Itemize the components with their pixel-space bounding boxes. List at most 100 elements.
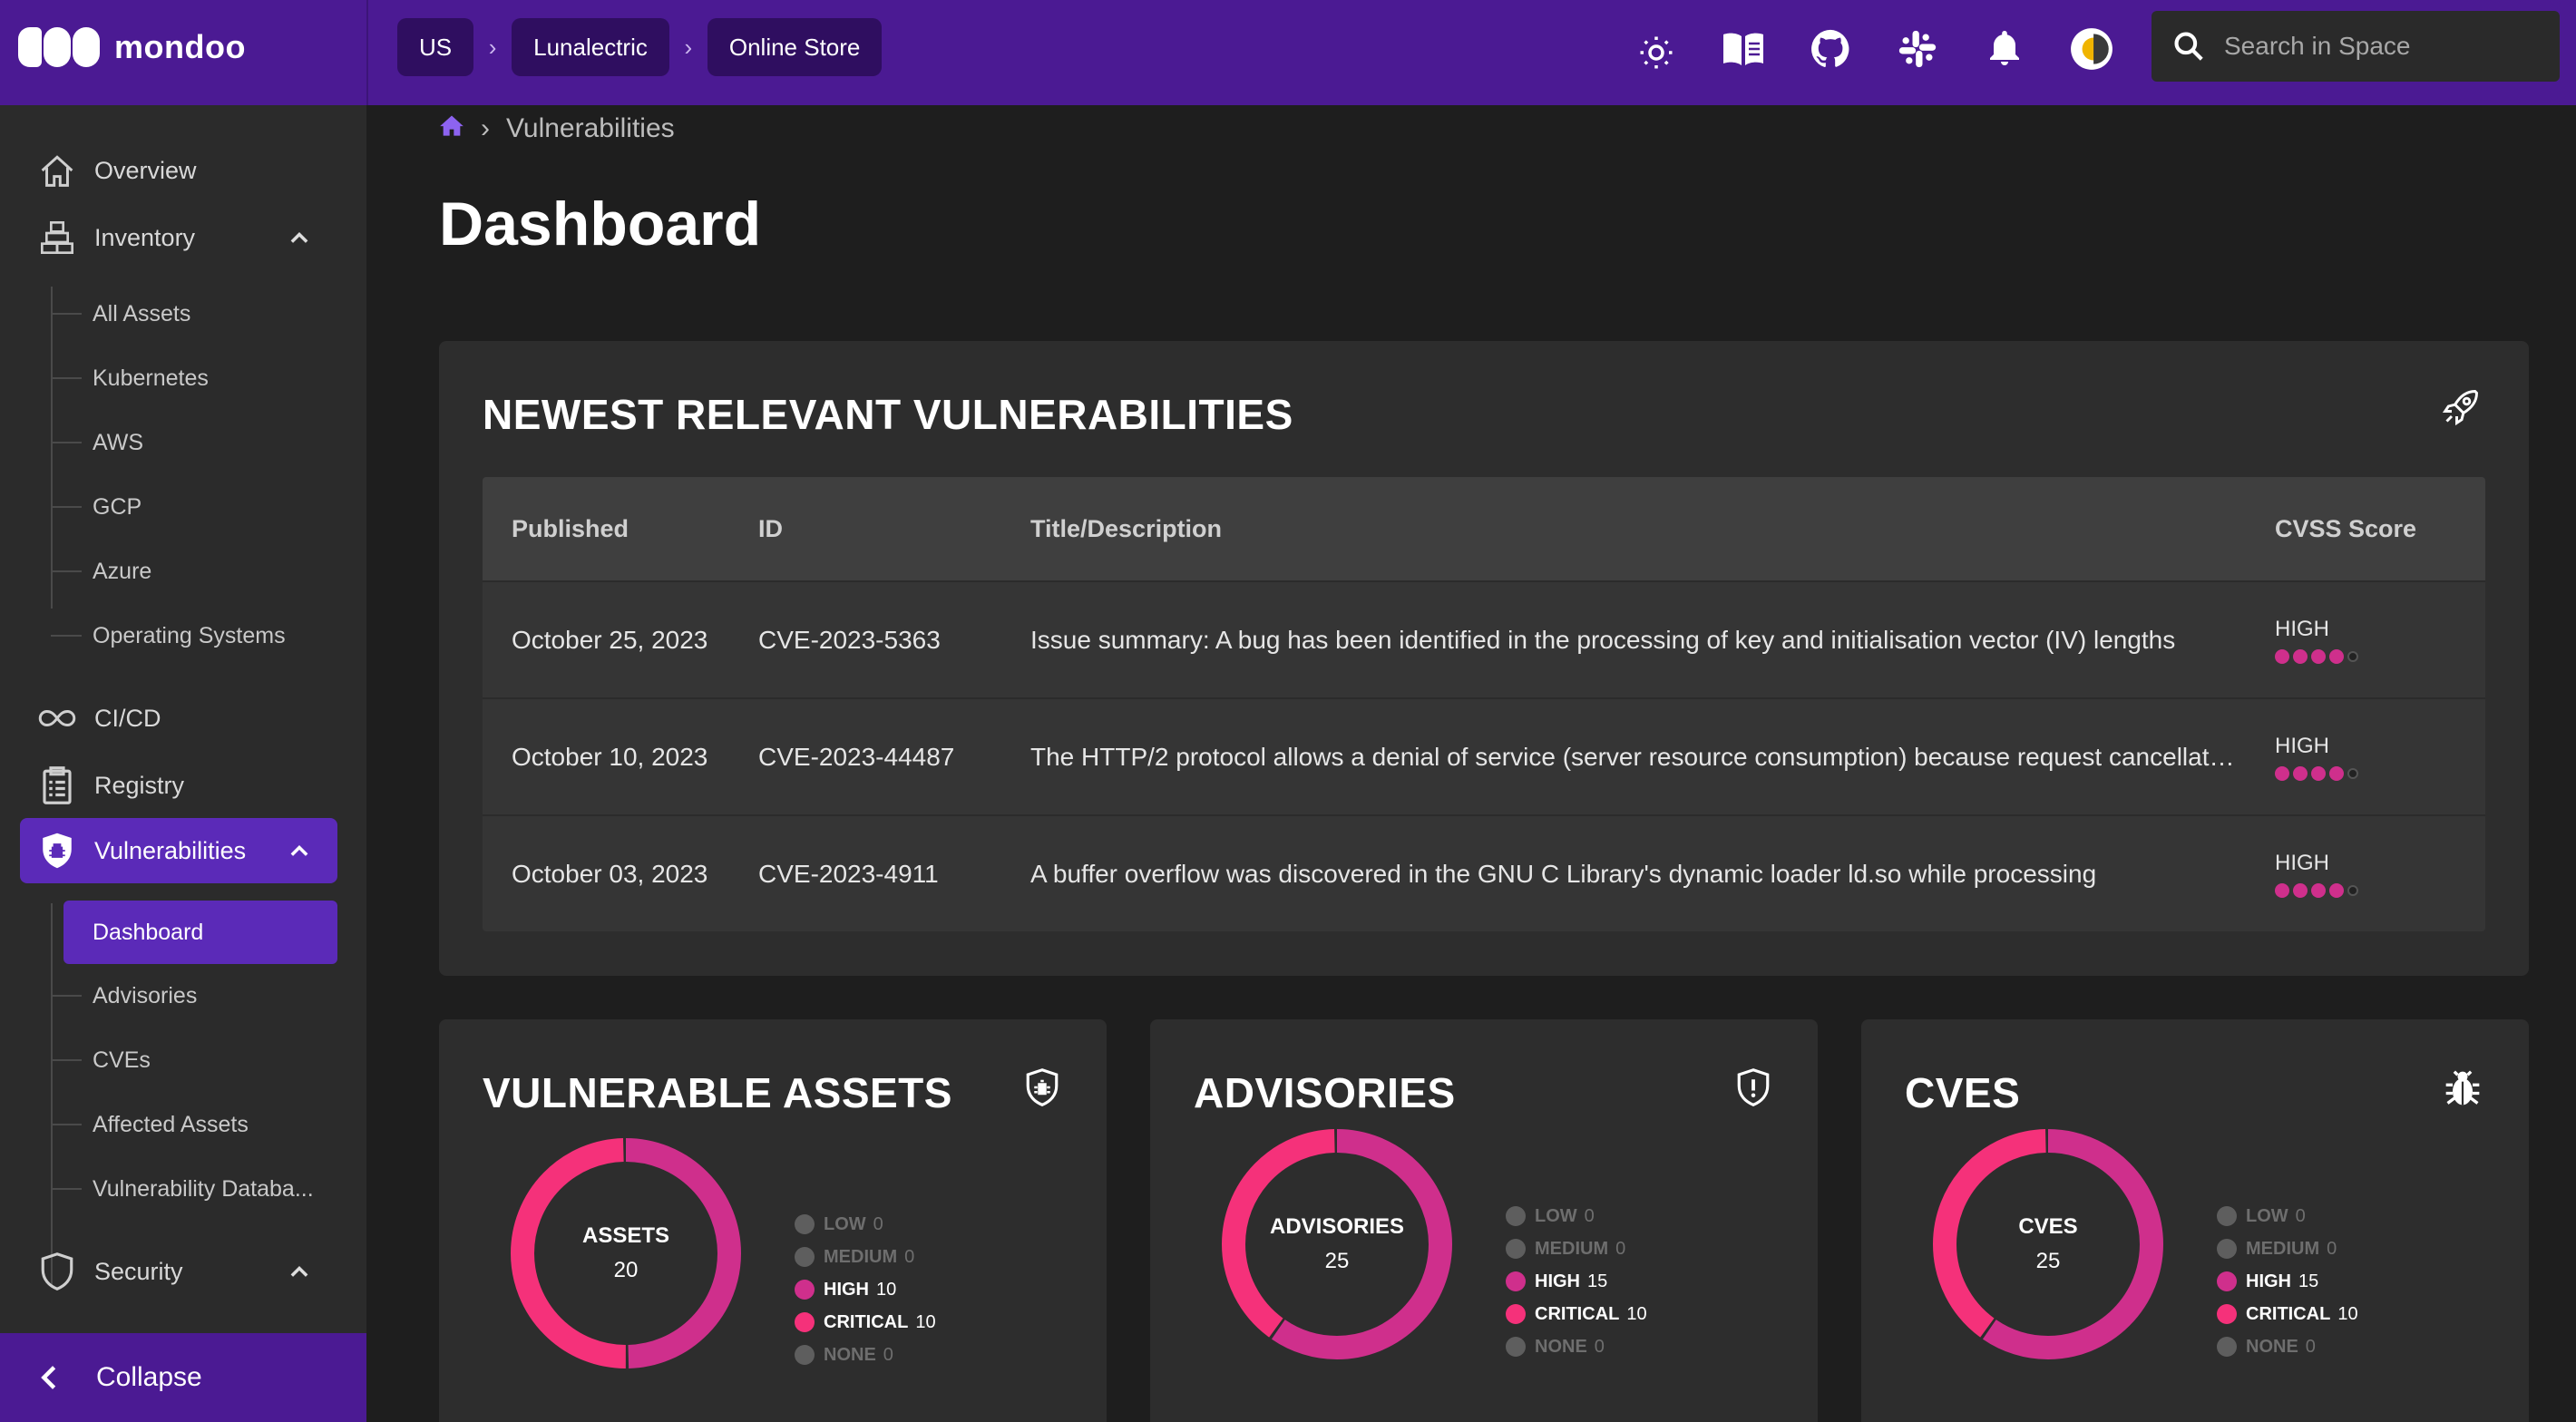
table-row[interactable]: October 25, 2023 CVE-2023-5363 Issue sum… [483, 580, 2485, 697]
sidebar-subitem-affected-assets[interactable]: Affected Assets [51, 1097, 337, 1152]
bell-icon[interactable] [1976, 20, 2034, 78]
sidebar-subitem-label: Vulnerability Databa... [93, 1175, 314, 1202]
sun-icon[interactable] [1627, 24, 1685, 82]
cvss-dots [2275, 765, 2485, 781]
sidebar-subitem-operating-systems[interactable]: Operating Systems [51, 609, 337, 663]
donut-center-value: 25 [2035, 1249, 2061, 1273]
legend-item-low[interactable]: LOW 0 [1506, 1200, 1647, 1232]
legend-value: 0 [1594, 1336, 1605, 1357]
legend-item-low[interactable]: LOW 0 [2217, 1200, 2358, 1232]
card-title: NEWEST RELEVANT VULNERABILITIES [483, 391, 1293, 438]
cves-card: CVES CVES 25 LOW 0 MEDIUM 0 HIGH 15 CRITICAL 10 NON… [1861, 1019, 2529, 1422]
table-row[interactable]: October 03, 2023 CVE-2023-4911 A buffer … [483, 814, 2485, 931]
region-chip[interactable]: US [397, 18, 474, 76]
legend-value: 15 [2298, 1271, 2319, 1291]
sidebar-subitem-cves[interactable]: CVEs [51, 1033, 337, 1087]
chip-separator: › [684, 33, 693, 61]
legend-item-critical[interactable]: CRITICAL 10 [1506, 1298, 1647, 1330]
docs-book-icon[interactable] [1714, 20, 1772, 78]
sidebar-subitem-aws[interactable]: AWS [51, 415, 337, 470]
infinity-icon [31, 686, 83, 751]
cvss-cell: HIGH [2275, 851, 2485, 898]
vulnerable-assets-card: VULNERABLE ASSETS ASSETS 20 LOW 0 MEDIUM 0 HIGH… [439, 1019, 1107, 1422]
legend-label: MEDIUM [824, 1246, 898, 1267]
legend-value: 10 [1626, 1303, 1647, 1324]
advisories-card: ADVISORIES ADVISORIES 25 LOW 0 MEDIUM 0 HIGH 15 C… [1150, 1019, 1818, 1422]
chevron-up-icon[interactable] [287, 225, 312, 255]
sidebar-subitem-advisories[interactable]: Advisories [51, 969, 337, 1023]
sidebar-subitem-vulnerability-database[interactable]: Vulnerability Databa... [51, 1162, 337, 1216]
legend-value: 0 [883, 1344, 893, 1365]
sidebar-subitem-kubernetes[interactable]: Kubernetes [51, 351, 337, 405]
legend-item-critical[interactable]: CRITICAL 10 [795, 1306, 936, 1339]
organization-chip[interactable]: Lunalectric [512, 18, 669, 76]
sidebar-item-label: Inventory [94, 223, 196, 251]
legend-item-none[interactable]: NONE 0 [1506, 1330, 1647, 1363]
legend-label: NONE [824, 1344, 876, 1365]
sidebar-item-registry[interactable]: Registry [20, 753, 337, 818]
chevron-left-icon [41, 1366, 56, 1389]
legend-item-medium[interactable]: MEDIUM 0 [795, 1241, 936, 1273]
breadcrumb-current[interactable]: Vulnerabilities [506, 113, 675, 144]
legend-item-high[interactable]: HIGH 10 [795, 1273, 936, 1306]
legend-item-low[interactable]: LOW 0 [795, 1208, 936, 1241]
cve-id-cell: CVE-2023-4911 [758, 859, 939, 888]
legend-item-critical[interactable]: CRITICAL 10 [2217, 1298, 2358, 1330]
legend-item-medium[interactable]: MEDIUM 0 [1506, 1232, 1647, 1265]
sidebar-subitem-label: Advisories [93, 982, 198, 1008]
legend-value: 0 [873, 1213, 883, 1234]
legend-item-high[interactable]: HIGH 15 [1506, 1265, 1647, 1298]
vulnerabilities-table: Published ID Title/Description CVSS Scor… [483, 477, 2485, 931]
legend-item-medium[interactable]: MEDIUM 0 [2217, 1232, 2358, 1265]
card-title: CVES [1905, 1069, 2021, 1116]
legend-label: LOW [2246, 1205, 2288, 1226]
theme-toggle-icon[interactable] [2063, 20, 2121, 78]
chevron-up-icon[interactable] [287, 1259, 312, 1289]
legend-swatch [2217, 1337, 2237, 1357]
legend-label: CRITICAL [1535, 1303, 1620, 1324]
search-box[interactable] [2152, 11, 2560, 82]
tree-tick [51, 635, 82, 637]
column-header-id[interactable]: ID [758, 515, 1030, 543]
sidebar-item-overview[interactable]: Overview [20, 138, 337, 203]
legend-item-high[interactable]: HIGH 15 [2217, 1265, 2358, 1298]
sidebar-subitem-azure[interactable]: Azure [51, 544, 337, 599]
card-title: VULNERABLE ASSETS [483, 1069, 952, 1116]
collapse-sidebar-button[interactable]: Collapse [0, 1333, 366, 1422]
sidebar-subitem-label: All Assets [93, 300, 191, 326]
legend-label: MEDIUM [2246, 1238, 2320, 1259]
tree-tick [51, 1124, 82, 1125]
tree-line [51, 559, 53, 609]
slack-icon[interactable] [1888, 20, 1947, 78]
sidebar-subitem-all-assets[interactable]: All Assets [51, 287, 337, 341]
sidebar-item-label: Vulnerabilities [94, 836, 247, 864]
sidebar-item-inventory[interactable]: Inventory [20, 205, 337, 270]
chevron-up-icon[interactable] [287, 838, 312, 868]
legend-label: CRITICAL [2246, 1303, 2331, 1324]
home-icon[interactable] [439, 113, 464, 144]
donut-center-value: 20 [613, 1258, 639, 1282]
column-header-cvss[interactable]: CVSS Score [2275, 515, 2485, 543]
sidebar-item-cicd[interactable]: CI/CD [20, 686, 337, 751]
space-chip[interactable]: Online Store [707, 18, 883, 76]
published-cell: October 10, 2023 [512, 742, 708, 771]
mondoo-logo[interactable]: mondoo [18, 20, 363, 74]
search-input[interactable] [2224, 32, 2532, 61]
legend-item-none[interactable]: NONE 0 [795, 1339, 936, 1371]
cvss-dots [2275, 882, 2485, 898]
column-header-title[interactable]: Title/Description [1030, 515, 2275, 543]
legend-item-none[interactable]: NONE 0 [2217, 1330, 2358, 1363]
sidebar-subitem-dashboard[interactable]: Dashboard [63, 901, 337, 964]
cve-id-cell: CVE-2023-5363 [758, 625, 941, 654]
donut-center: ASSETS 20 [510, 1137, 742, 1369]
rocket-icon [2442, 386, 2482, 431]
sidebar-item-security[interactable]: Security [20, 1239, 337, 1304]
sidebar-item-vulnerabilities[interactable]: Vulnerabilities [20, 818, 337, 883]
inventory-boxes-icon [31, 205, 83, 270]
legend-value: 0 [2327, 1238, 2337, 1259]
sidebar-subitem-gcp[interactable]: GCP [51, 480, 337, 534]
table-row[interactable]: October 10, 2023 CVE-2023-44487 The HTTP… [483, 697, 2485, 814]
column-header-published[interactable]: Published [483, 515, 758, 543]
github-icon[interactable] [1801, 20, 1859, 78]
legend-label: NONE [1535, 1336, 1587, 1357]
